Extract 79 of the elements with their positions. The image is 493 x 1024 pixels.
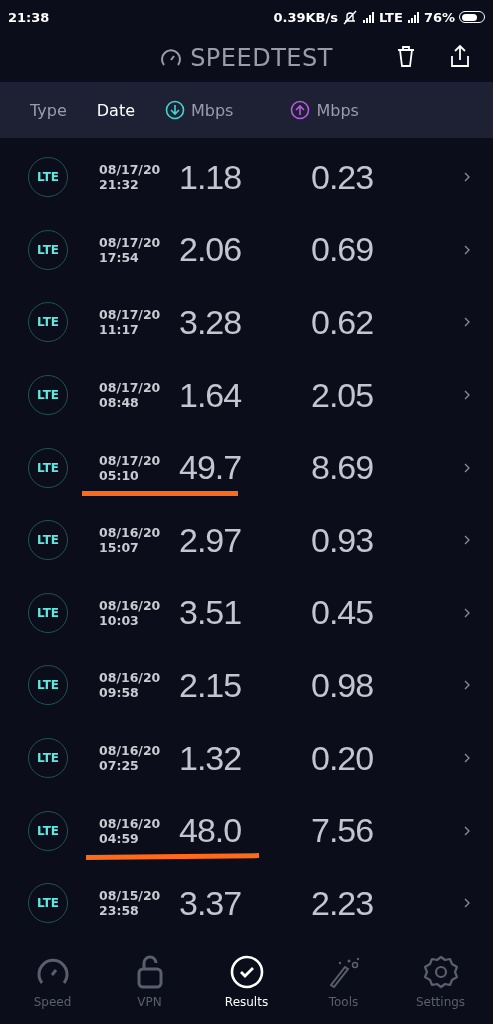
download-speed: 1.64 [179,375,243,415]
download-speed: 2.06 [179,230,243,270]
upload-speed: 0.93 [311,520,374,560]
test-time: 09:58 [99,685,140,701]
upload-speed: 2.05 [311,375,374,415]
test-date: 08/17/20 [99,307,162,323]
muted-bell-icon [342,9,358,25]
download-speed: 2.15 [179,665,243,705]
chevron-right-icon [464,317,471,328]
test-time: 07:25 [99,758,140,774]
upload-speed: 0.98 [311,665,374,705]
download-speed: 3.28 [179,303,243,342]
column-header-tab[interactable]: Date [96,100,135,120]
chevron-right-icon [464,680,471,691]
clock: 21:38 [8,9,50,25]
share-icon [449,44,471,68]
download-speed: 48.0 [179,811,243,851]
download-speed: 2.97 [179,520,243,560]
test-date: 08/17/20 [99,162,162,178]
chevron-right-icon [464,244,471,255]
test-date: 08/17/20 [99,234,162,250]
test-date: 08/16/20 [99,743,162,759]
network-type: LTE [379,9,403,25]
unlocked-padlock-icon [135,955,164,989]
test-time: 11:17 [99,322,140,338]
chevron-right-icon [464,535,471,546]
upload-speed: 0.69 [311,230,374,270]
download-speed: 1.18 [179,157,243,197]
nav-tab[interactable]: Speed [7,955,98,1009]
signal-icon [362,10,375,24]
test-date: 08/16/20 [99,815,162,831]
test-time: 04:59 [99,830,140,846]
check-circle-icon [229,955,264,989]
download-speed: 3.51 [179,593,243,633]
nav-tab[interactable]: Tools [298,955,389,1009]
delete-button[interactable] [395,44,417,68]
test-time: 10:03 [99,612,140,628]
chevron-right-icon [464,898,471,909]
upload-speed: 7.56 [311,811,374,851]
signal-icon [406,10,420,24]
test-date: 08/17/20 [99,380,162,396]
share-button[interactable] [449,44,471,68]
network-speed: 0.39KB/s [273,9,338,25]
upload-speed: 0.45 [311,593,374,633]
test-time: 23:58 [99,903,140,919]
upload-speed: 2.23 [311,883,374,923]
test-time: 17:54 [99,249,140,265]
test-date: 08/16/20 [99,525,162,541]
upload-speed: 0.23 [311,157,374,197]
test-date: 08/17/20 [99,452,162,468]
gear-icon [423,955,458,989]
test-time: 08:48 [99,395,140,411]
download-speed: 49.7 [179,448,243,488]
upload-speed: 8.69 [311,448,374,488]
nav-tab[interactable]: Settings [395,955,486,1009]
test-date: 08/16/20 [99,597,162,613]
download-speed: 1.32 [179,738,243,778]
nav-tab[interactable]: VPN [104,955,195,1009]
nav-tab[interactable]: Results [201,955,292,1009]
trash-icon [395,44,417,68]
column-header-tab[interactable]: Mbps [165,100,234,120]
chevron-right-icon [464,172,471,183]
test-date: 08/15/20 [99,888,162,904]
column-header-tab[interactable]: Type [30,100,67,120]
chevron-right-icon [464,462,471,473]
test-time: 15:07 [99,540,140,556]
upload-speed: 0.62 [311,303,374,342]
column-header-tab[interactable]: Mbps [290,100,359,120]
test-date: 08/16/20 [99,670,162,686]
chevron-right-icon [464,607,471,618]
chevron-right-icon [464,390,471,401]
test-time: 21:32 [99,177,140,193]
upload-speed: 0.20 [311,738,374,778]
chevron-right-icon [464,825,471,836]
test-time: 05:10 [99,467,140,483]
app-title: SPEEDTEST [190,44,333,72]
chevron-right-icon [464,753,471,764]
battery-percent: 76% [423,9,455,25]
download-speed: 3.37 [179,883,243,923]
